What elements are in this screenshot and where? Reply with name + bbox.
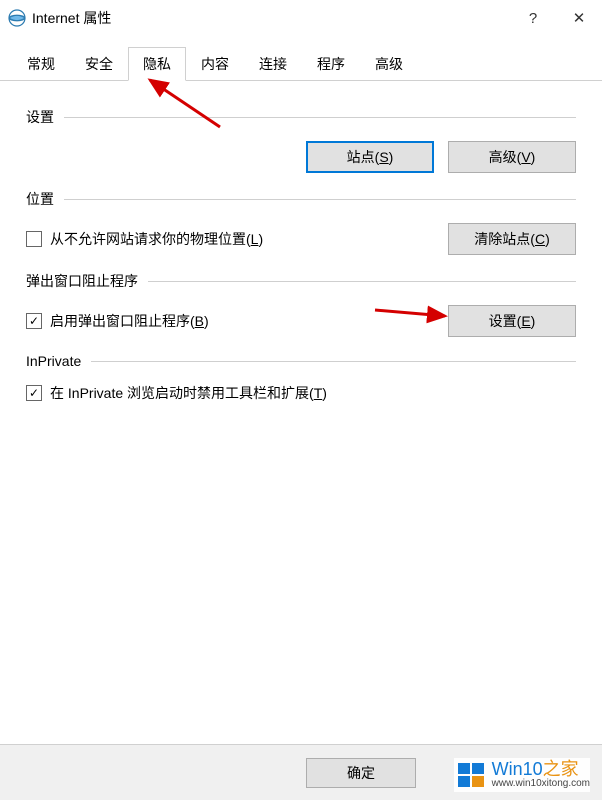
section-popup-label: 弹出窗口阻止程序 [26,271,148,291]
inprivate-checkbox-label: 在 InPrivate 浏览启动时禁用工具栏和扩展(T) [50,383,327,403]
tab-privacy[interactable]: 隐私 [128,47,186,81]
divider [64,199,576,200]
tab-connections[interactable]: 连接 [244,47,302,81]
tab-security[interactable]: 安全 [70,47,128,81]
advanced-button[interactable]: 高级(V) [448,141,576,173]
help-button[interactable]: ? [510,0,556,36]
section-location-label: 位置 [26,189,64,209]
windows-logo-icon [454,758,488,792]
divider [91,361,576,362]
location-checkbox-label: 从不允许网站请求你的物理位置(L) [50,229,263,249]
sites-button[interactable]: 站点(S) [306,141,434,173]
section-settings-label: 设置 [26,107,64,127]
watermark-text: Win10之家 www.win10xitong.com [492,760,590,789]
watermark-main: Win10之家 [492,760,590,779]
divider [148,281,576,282]
tab-content-area: 设置 站点(S) 高级(V) 位置 从不允许网站请求你的物理位置(L) 清除站点… [0,81,602,403]
tab-content[interactable]: 内容 [186,47,244,81]
watermark: Win10之家 www.win10xitong.com [454,758,590,792]
tab-advanced[interactable]: 高级 [360,47,418,81]
inprivate-checkbox-row: ✓ 在 InPrivate 浏览启动时禁用工具栏和扩展(T) [26,383,576,403]
button-label: 确定 [347,763,375,783]
location-row: 从不允许网站请求你的物理位置(L) 清除站点(C) [26,223,576,255]
section-settings-header: 设置 [26,107,576,127]
tab-general[interactable]: 常规 [12,47,70,81]
clear-sites-button[interactable]: 清除站点(C) [448,223,576,255]
popup-row: ✓ 启用弹出窗口阻止程序(B) 设置(E) [26,305,576,337]
app-icon [8,9,26,27]
button-label: 清除站点(C) [474,229,549,249]
button-label: 高级(V) [489,147,536,167]
tab-bar: 常规 安全 隐私 内容 连接 程序 高级 [0,36,602,81]
inprivate-checkbox[interactable]: ✓ [26,385,42,401]
section-location-header: 位置 [26,189,576,209]
ok-button[interactable]: 确定 [306,758,416,788]
location-checkbox-row: 从不允许网站请求你的物理位置(L) [26,229,263,249]
close-button[interactable]: ✕ [556,0,602,36]
watermark-sub: www.win10xitong.com [492,779,590,790]
button-label: 站点(S) [347,147,394,167]
titlebar: Internet 属性 ? ✕ [0,0,602,36]
section-popup-header: 弹出窗口阻止程序 [26,271,576,291]
window-title: Internet 属性 [32,8,510,28]
divider [64,117,576,118]
section-inprivate-header: InPrivate [26,353,576,369]
popup-checkbox-row: ✓ 启用弹出窗口阻止程序(B) [26,311,209,331]
popup-checkbox[interactable]: ✓ [26,313,42,329]
section-inprivate-label: InPrivate [26,353,91,369]
button-label: 设置(E) [489,311,536,331]
tab-programs[interactable]: 程序 [302,47,360,81]
popup-checkbox-label: 启用弹出窗口阻止程序(B) [50,311,209,331]
settings-buttons: 站点(S) 高级(V) [26,141,576,173]
location-checkbox[interactable] [26,231,42,247]
popup-settings-button[interactable]: 设置(E) [448,305,576,337]
